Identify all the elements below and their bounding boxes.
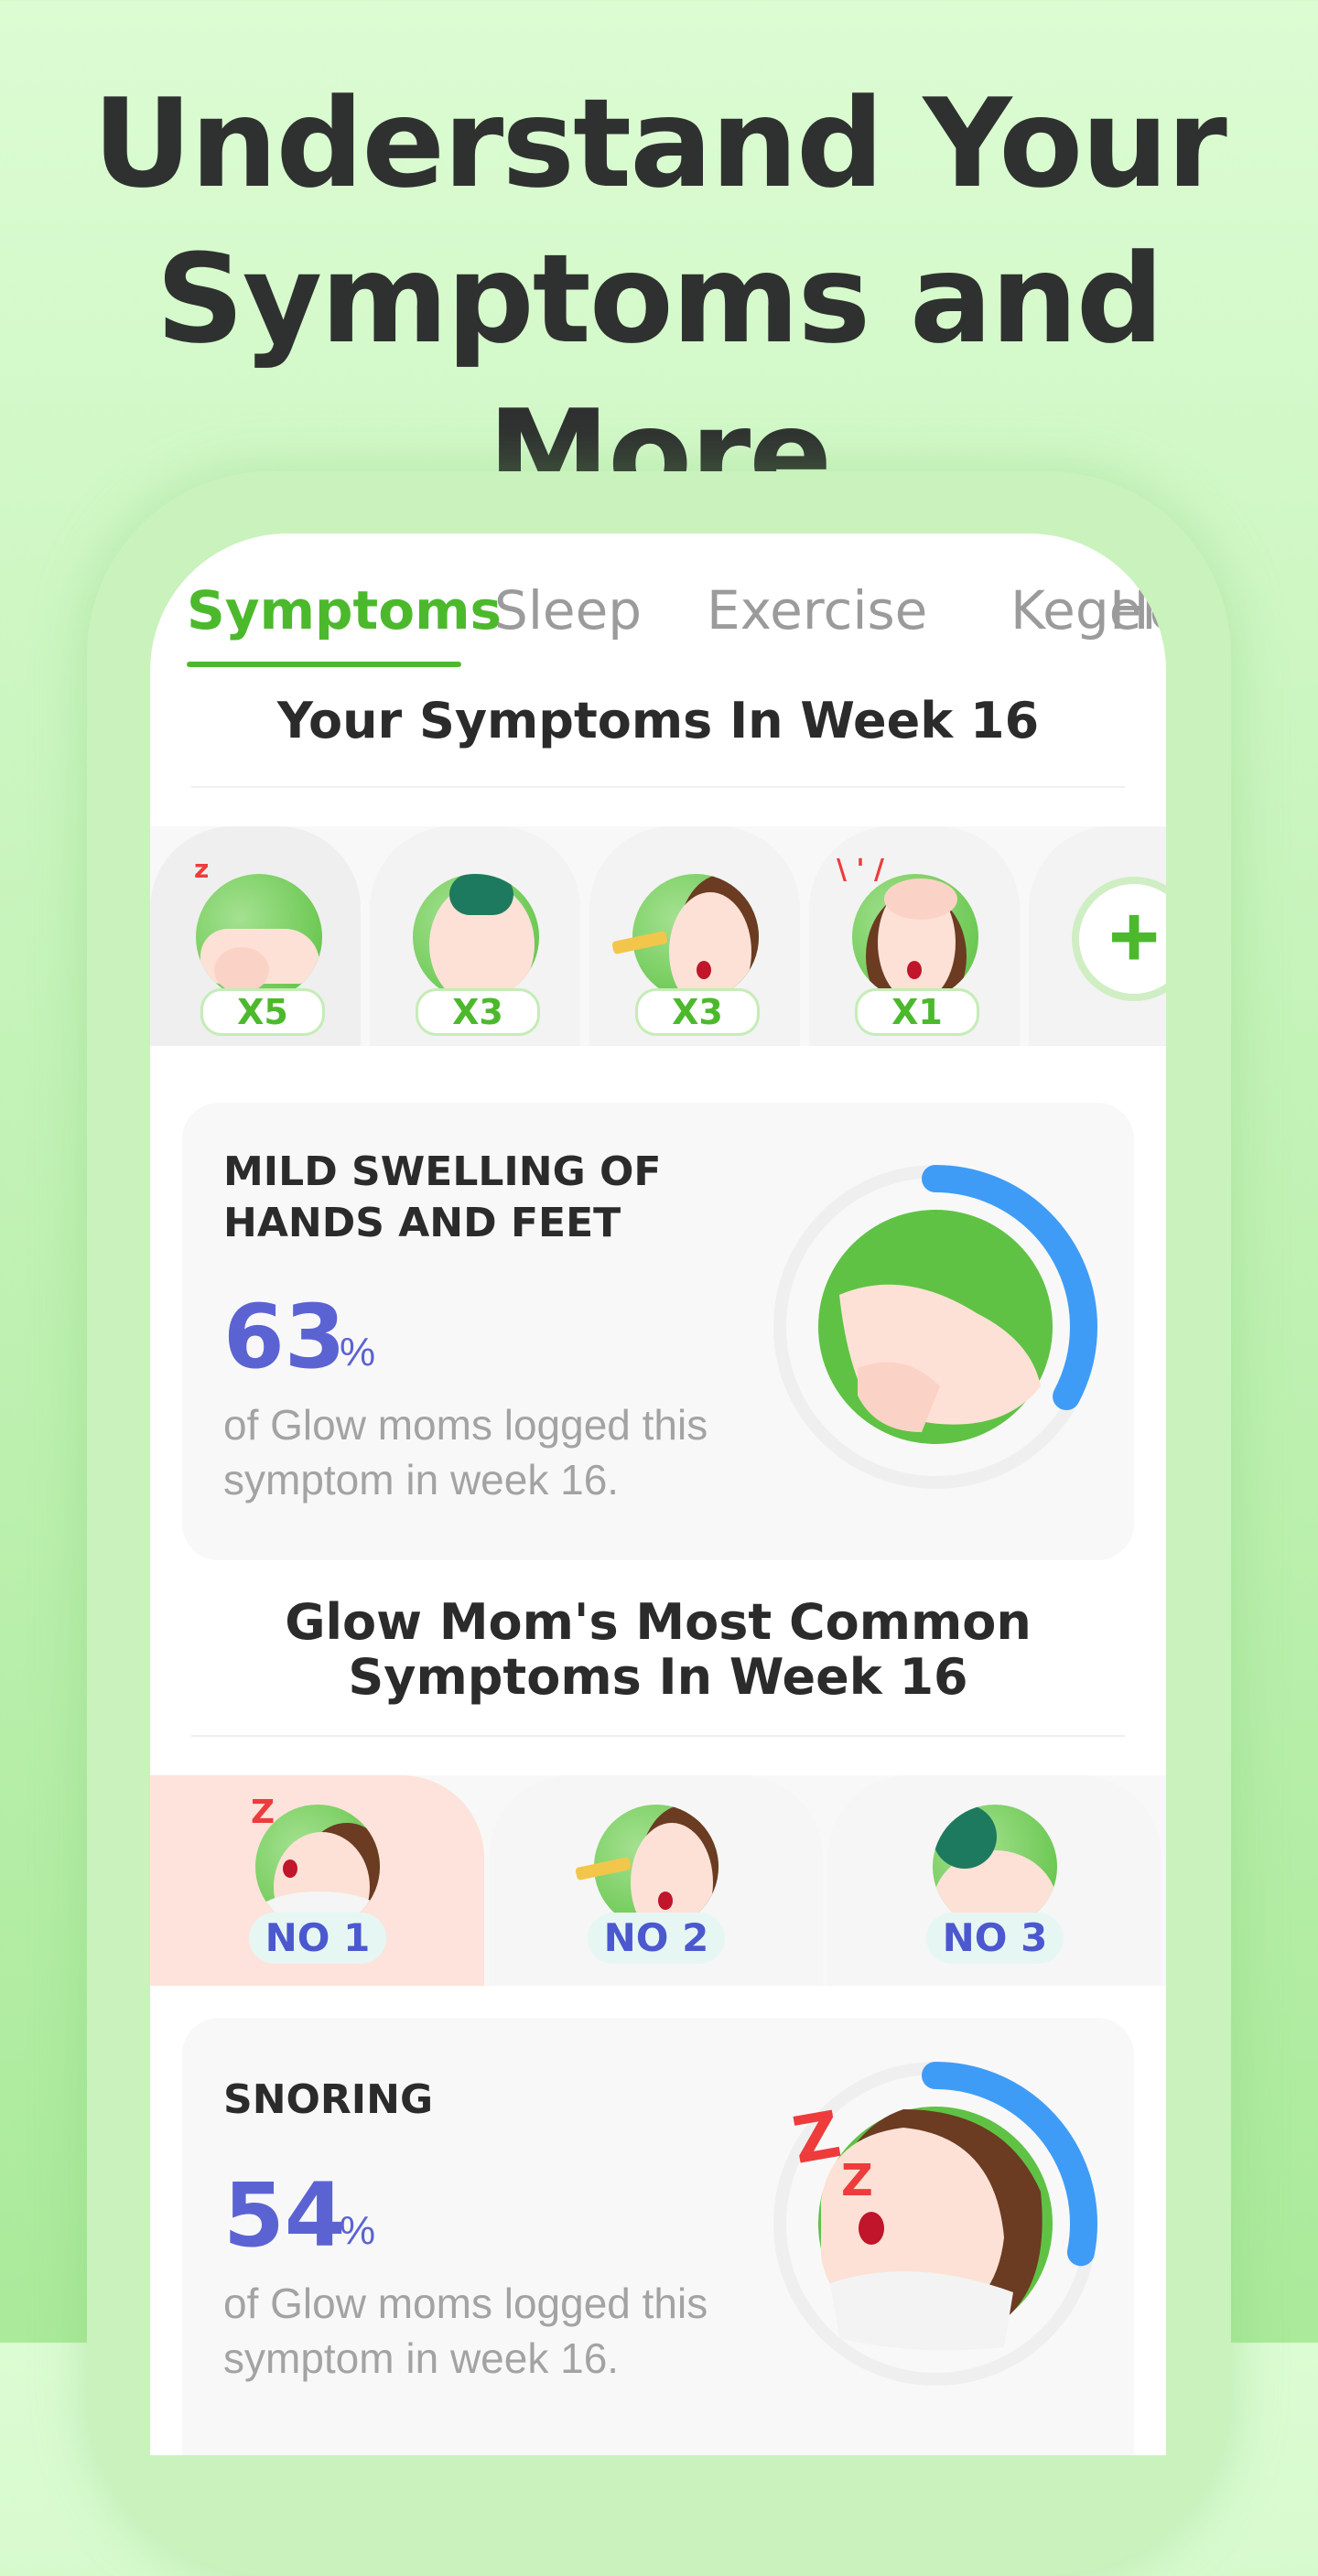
symptom-chip-belly[interactable]: X3 — [370, 826, 580, 1046]
symptom-description: of Glow moms logged this symptom in week… — [223, 2280, 708, 2382]
divider — [191, 786, 1125, 788]
tab-health[interactable]: He — [1109, 579, 1166, 641]
sleep-z-icon: Z — [251, 1794, 275, 1831]
phone-screen: Symptoms Sleep Exercise Kegels He Your S… — [150, 534, 1166, 2455]
sleep-z-icon: z — [194, 854, 210, 884]
rank-cell-2[interactable]: NO 2 — [489, 1775, 823, 1986]
symptom-detail-card[interactable]: MILD SWELLING OF HANDS AND FEET 63 % of … — [182, 1103, 1134, 1560]
percent-unit: % — [340, 2208, 376, 2253]
rank-badge: NO 2 — [588, 1913, 725, 1964]
symptom-name: SNORING — [223, 2076, 434, 2123]
belly-icon — [413, 874, 539, 1000]
pain-mark-icon: \ ' / — [837, 854, 884, 886]
common-title-line-1: Glow Mom's Most Common — [285, 1593, 1032, 1651]
symptom-percent: 54 — [223, 2164, 346, 2267]
percent-unit: % — [340, 1330, 376, 1374]
divider — [191, 1735, 1125, 1737]
headline: Understand Your Symptoms and More — [0, 66, 1318, 533]
rank-strip: Z NO 1 NO 2 NO 3 — [150, 1775, 1166, 1986]
symptom-detail-card[interactable]: SNORING 54 % of Glow moms logged this sy… — [182, 2018, 1134, 2455]
symptom-count: X1 — [855, 988, 979, 1036]
tab-sleep[interactable]: Sleep — [494, 579, 642, 641]
symptom-chip-headache[interactable]: \ ' / X1 — [809, 826, 1020, 1046]
symptom-chip-eating[interactable]: X3 — [589, 826, 800, 1046]
active-tab-indicator — [187, 662, 461, 667]
symptom-count: X3 — [416, 988, 540, 1036]
symptom-strip: z X5 X3 X3 \ ' / X1 + — [150, 826, 1166, 1046]
rank-cell-3[interactable]: NO 3 — [827, 1775, 1161, 1986]
rank-cell-1[interactable]: Z NO 1 — [150, 1775, 484, 1986]
common-symptoms-title: Glow Mom's Most Common Symptoms In Week … — [150, 1595, 1166, 1705]
plus-icon[interactable]: + — [1072, 877, 1166, 1001]
symptom-chip-swelling[interactable]: z X5 — [150, 826, 361, 1046]
symptom-name: MILD SWELLING OF HANDS AND FEET — [223, 1148, 662, 1246]
swollen-feet-icon — [196, 874, 322, 1000]
symptom-description: of Glow moms logged this symptom in week… — [223, 1401, 708, 1504]
headline-line-1: Understand Your — [92, 72, 1227, 215]
add-symptom-chip[interactable]: + — [1029, 826, 1166, 1046]
tab-symptoms[interactable]: Symptoms — [187, 579, 502, 641]
common-title-line-2: Symptoms In Week 16 — [348, 1648, 968, 1706]
headache-icon — [852, 874, 978, 1000]
rank-badge: NO 1 — [249, 1913, 386, 1964]
your-symptoms-title: Your Symptoms In Week 16 — [276, 692, 1040, 749]
symptom-percent: 63 — [223, 1286, 346, 1388]
tab-bar: Symptoms Sleep Exercise Kegels — [187, 579, 1166, 662]
symptom-count: X3 — [635, 988, 760, 1036]
belly-icon — [933, 1805, 1057, 1929]
tab-exercise[interactable]: Exercise — [707, 579, 927, 641]
rank-badge: NO 3 — [926, 1913, 1064, 1964]
sleep-z-icon: Z — [841, 2155, 873, 2206]
percent-ring — [773, 1165, 1097, 1489]
symptom-count: X5 — [200, 988, 325, 1036]
